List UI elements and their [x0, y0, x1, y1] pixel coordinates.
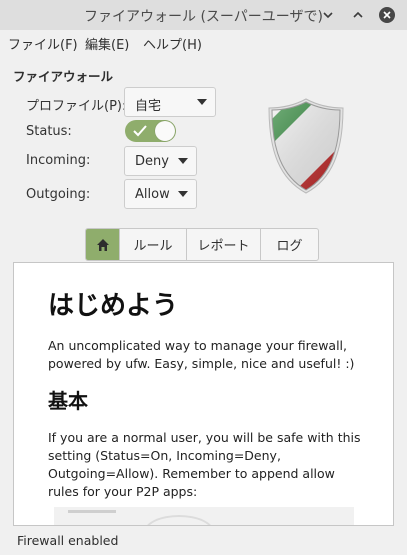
status-text: Firewall enabled	[17, 533, 119, 548]
tab-report[interactable]: レポート	[186, 229, 260, 260]
close-icon	[379, 7, 395, 23]
menu-help[interactable]: ヘルプ(H)	[143, 34, 202, 53]
chevron-down-icon	[178, 158, 188, 164]
close-button[interactable]	[378, 6, 396, 24]
minimize-button[interactable]	[319, 6, 337, 24]
status-toggle[interactable]	[125, 120, 176, 142]
menu-edit[interactable]: 編集(E)	[85, 34, 129, 53]
tab-home[interactable]	[86, 229, 119, 260]
menu-bar: ファイル(F) 編集(E) ヘルプ(H)	[0, 30, 407, 54]
outgoing-value: Allow	[135, 187, 170, 202]
window-title: ファイアウォール (スーパーユーザで)	[84, 9, 323, 25]
content-subheading: 基本	[48, 389, 88, 413]
tab-log[interactable]: ログ	[260, 229, 318, 260]
content-intro: An uncomplicated way to manage your fire…	[48, 338, 355, 371]
firewall-section-title: ファイアウォール	[13, 69, 114, 84]
status-bar: Firewall enabled	[0, 530, 407, 555]
profile-label: プロファイル(P):	[26, 99, 127, 114]
incoming-label: Incoming:	[26, 153, 91, 168]
incoming-dropdown[interactable]: Deny	[124, 146, 197, 176]
maximize-button[interactable]	[349, 6, 367, 24]
content-screenshot-preview	[54, 507, 354, 525]
toggle-knob	[155, 121, 175, 141]
home-icon	[96, 238, 109, 251]
chevron-down-icon	[178, 191, 188, 197]
window-titlebar: ファイアウォール (スーパーユーザで)	[0, 0, 407, 30]
check-icon	[133, 125, 147, 137]
help-content-pane[interactable]: はじめよう An uncomplicated way to manage you…	[13, 262, 394, 526]
incoming-value: Deny	[135, 154, 169, 169]
chevron-down-icon	[197, 99, 207, 105]
menu-file[interactable]: ファイル(F)	[8, 34, 78, 53]
shield-icon	[268, 98, 344, 194]
content-heading: はじめよう	[48, 291, 179, 321]
content-basic-text: If you are a normal user, you will be sa…	[48, 430, 361, 499]
view-tabs: ルール レポート ログ	[85, 228, 319, 261]
profile-dropdown[interactable]: 自宅	[124, 87, 216, 117]
status-label: Status:	[26, 124, 72, 139]
outgoing-dropdown[interactable]: Allow	[124, 179, 197, 209]
minimize-icon	[323, 12, 333, 19]
outgoing-label: Outgoing:	[26, 187, 91, 202]
profile-value: 自宅	[135, 99, 162, 114]
tab-rules[interactable]: ルール	[119, 229, 186, 260]
maximize-icon	[353, 11, 363, 18]
